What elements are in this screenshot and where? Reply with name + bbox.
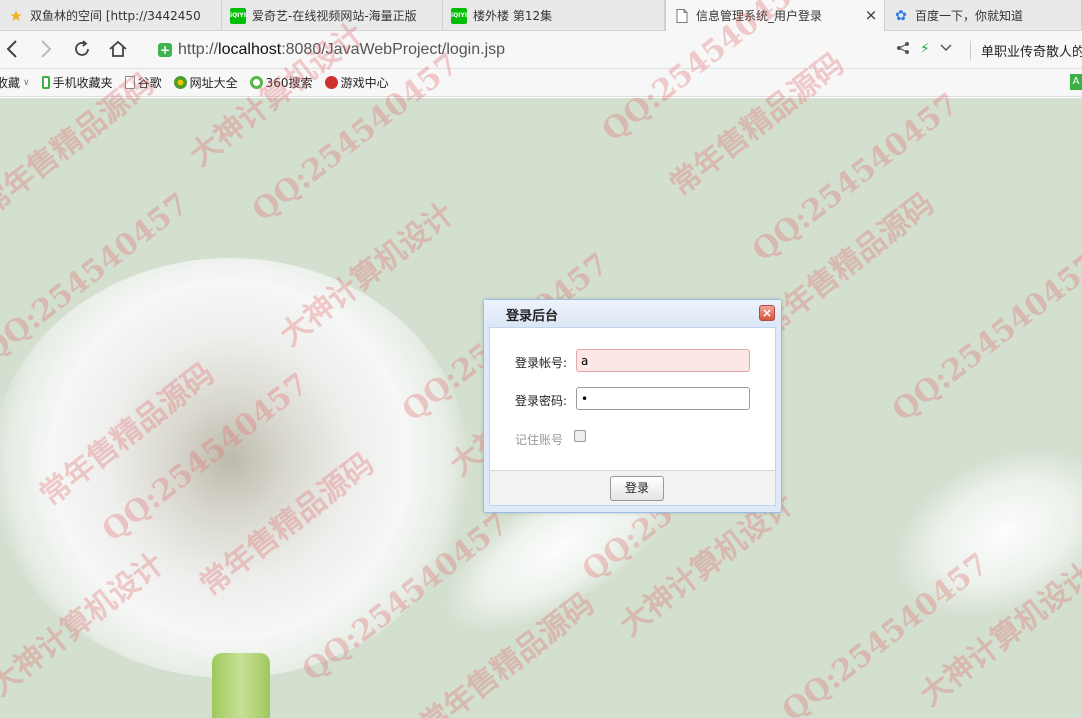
account-field[interactable] bbox=[576, 349, 750, 372]
star-icon: ★ bbox=[9, 6, 23, 25]
mobile-icon bbox=[41, 76, 50, 89]
page-icon bbox=[124, 76, 135, 89]
bookmark-favorites[interactable]: 收藏 ∨ bbox=[0, 74, 30, 91]
tab-label: 楼外楼 第12集 bbox=[473, 9, 553, 23]
close-tab-icon[interactable]: × bbox=[864, 8, 878, 23]
tab-label: 信息管理系统_用户登录 bbox=[696, 9, 823, 23]
bookmark-label: 收藏 bbox=[0, 76, 21, 90]
dialog-body: 登录帐号: 登录密码: 记住账号 bbox=[489, 327, 776, 470]
remember-account-label: 记住账号 bbox=[515, 433, 564, 447]
url-directory-icon bbox=[173, 76, 187, 89]
bookmark-game-center[interactable]: 游戏中心 bbox=[324, 74, 389, 91]
url-text: http://localhost:8080/JavaWebProject/log… bbox=[178, 41, 506, 58]
reload-icon[interactable] bbox=[70, 37, 94, 61]
iqiyi-icon: iQIYI bbox=[230, 7, 246, 24]
bookmark-360-search[interactable]: 360搜索 bbox=[249, 74, 313, 91]
tab-baidu[interactable]: ✿ 百度一下，你就知道 bbox=[885, 0, 1082, 31]
baidu-paw-icon: ✿ bbox=[895, 7, 907, 24]
remember-account-checkbox[interactable] bbox=[574, 430, 586, 442]
game-center-icon bbox=[324, 76, 338, 89]
address-bar-row: + http://localhost:8080/JavaWebProject/l… bbox=[0, 31, 1082, 69]
secure-shield-icon: + bbox=[158, 43, 172, 57]
login-button[interactable]: 登录 bbox=[610, 476, 664, 501]
tab-iqiyi[interactable]: iQIYI 爱奇艺-在线视频网站-海量正版 bbox=[222, 0, 443, 31]
tab-louwailou[interactable]: iQIYI 楼外楼 第12集 bbox=[443, 0, 665, 31]
tab-shuangyulin-space[interactable]: ★ 双鱼林的空间 [http://3442450 bbox=[0, 0, 222, 31]
dialog-footer: 登录 bbox=[489, 470, 776, 506]
dialog-title: 登录后台 bbox=[506, 309, 559, 324]
bookmark-label: 谷歌 bbox=[137, 76, 162, 90]
share-icon[interactable] bbox=[896, 41, 910, 59]
app-icon[interactable]: A bbox=[1070, 74, 1082, 90]
url-field[interactable]: + http://localhost:8080/JavaWebProject/l… bbox=[150, 36, 890, 64]
login-dialog: 登录后台 × 登录帐号: 登录密码: 记住账号 登录 bbox=[483, 299, 782, 513]
tab-user-login[interactable]: 信息管理系统_用户登录 × bbox=[665, 0, 885, 31]
tab-label: 双鱼林的空间 [http://3442450 bbox=[30, 9, 201, 23]
bookmark-label: 手机收藏夹 bbox=[52, 76, 113, 90]
360-search-icon bbox=[249, 76, 263, 89]
back-icon[interactable] bbox=[0, 37, 24, 61]
password-label: 登录密码: bbox=[515, 394, 568, 408]
chevron-down-icon[interactable] bbox=[940, 41, 952, 57]
bookmark-label: 游戏中心 bbox=[340, 76, 389, 90]
chevron-down-icon: ∨ bbox=[23, 77, 30, 88]
bookmark-label: 360搜索 bbox=[265, 76, 313, 90]
bookmark-mobile-favorites[interactable]: 手机收藏夹 bbox=[41, 74, 113, 91]
home-icon[interactable] bbox=[106, 37, 130, 61]
lightning-icon[interactable]: ⚡ bbox=[920, 41, 930, 57]
bookmark-label: 网址大全 bbox=[189, 76, 238, 90]
page-icon bbox=[674, 8, 690, 24]
bookmarks-bar: 收藏 ∨ 手机收藏夹 谷歌 网址大全 360搜索 游戏中心 A bbox=[0, 69, 1082, 97]
tab-label: 爱奇艺-在线视频网站-海量正版 bbox=[252, 9, 417, 23]
bookmark-google[interactable]: 谷歌 bbox=[124, 74, 162, 91]
search-suggestion-text[interactable]: 单职业传奇散人的 bbox=[970, 41, 1082, 60]
tab-strip: ★ 双鱼林的空间 [http://3442450 iQIYI 爱奇艺-在线视频网… bbox=[0, 0, 1082, 31]
dandelion-stem-image bbox=[212, 653, 270, 718]
dialog-header: 登录后台 × bbox=[484, 300, 781, 327]
forward-icon[interactable] bbox=[34, 37, 58, 61]
bookmark-url-directory[interactable]: 网址大全 bbox=[173, 74, 238, 91]
feather-image bbox=[869, 416, 1082, 650]
close-icon[interactable]: × bbox=[759, 305, 775, 321]
password-field[interactable] bbox=[576, 387, 750, 410]
iqiyi-icon: iQIYI bbox=[451, 7, 467, 24]
tab-label: 百度一下，你就知道 bbox=[915, 9, 1024, 23]
account-label: 登录帐号: bbox=[515, 356, 568, 370]
dandelion-image bbox=[0, 258, 470, 678]
